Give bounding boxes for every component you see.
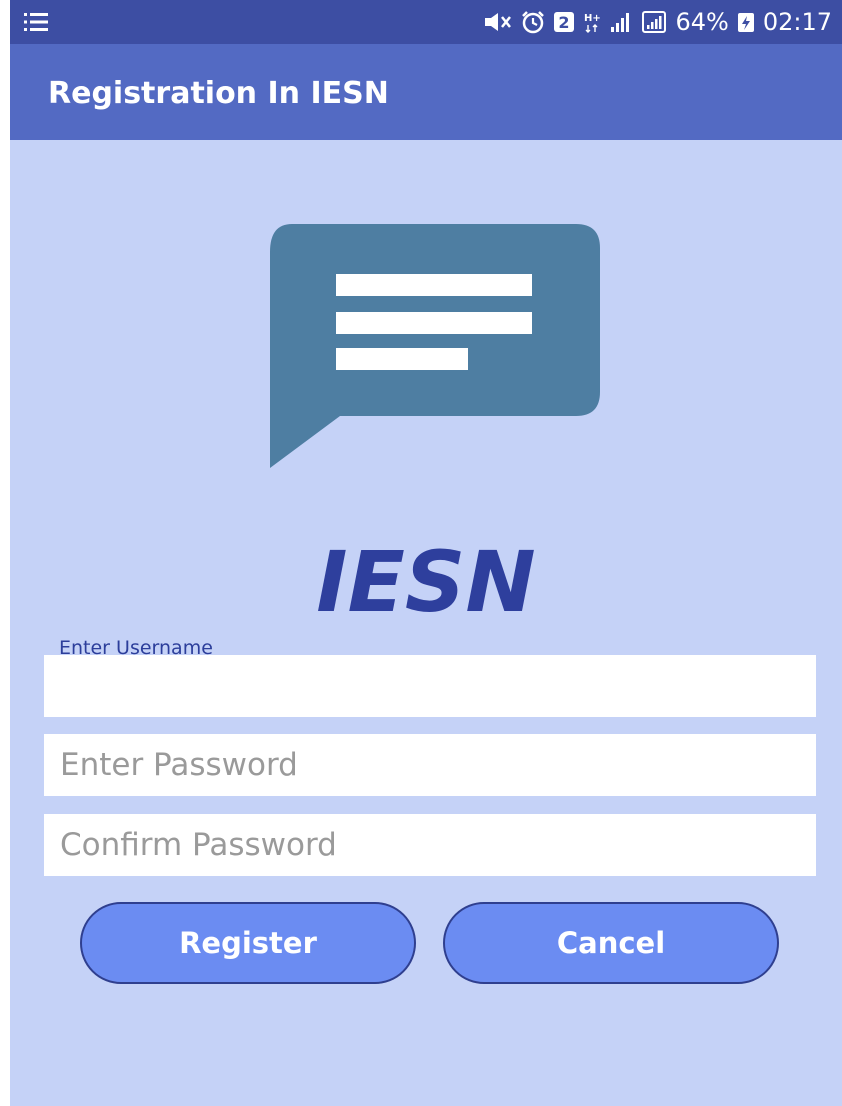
menu-icon — [24, 13, 48, 31]
alarm-icon — [522, 11, 545, 34]
register-button[interactable]: Register — [80, 902, 416, 984]
registration-screen: 2 H+ 64% 02:17 Registration In IESN IESN… — [10, 0, 842, 1106]
chat-bubble-icon — [270, 224, 600, 468]
signal-icon — [611, 13, 630, 32]
app-title: Registration In IESN — [48, 76, 389, 111]
h-plus-network-icon: H+ — [584, 13, 601, 33]
signal-box-icon — [642, 11, 667, 33]
battery-charging-icon — [737, 13, 754, 32]
battery-percent: 64% — [675, 8, 729, 36]
sim-2-icon: 2 — [554, 12, 575, 32]
cancel-button[interactable]: Cancel — [443, 902, 779, 984]
password-input[interactable] — [44, 734, 816, 796]
username-input[interactable] — [44, 655, 816, 717]
sim-2-label: 2 — [559, 13, 570, 32]
app-bar: Registration In IESN — [10, 44, 842, 140]
status-bar: 2 H+ 64% 02:17 — [10, 0, 842, 44]
confirm-password-input[interactable] — [44, 814, 816, 876]
clock-time: 02:17 — [762, 8, 832, 36]
brand-name: IESN — [316, 533, 536, 631]
network-type-label: H+ — [584, 13, 601, 24]
mute-icon — [485, 13, 512, 31]
status-icons: 2 H+ 64% 02:17 — [483, 0, 832, 44]
